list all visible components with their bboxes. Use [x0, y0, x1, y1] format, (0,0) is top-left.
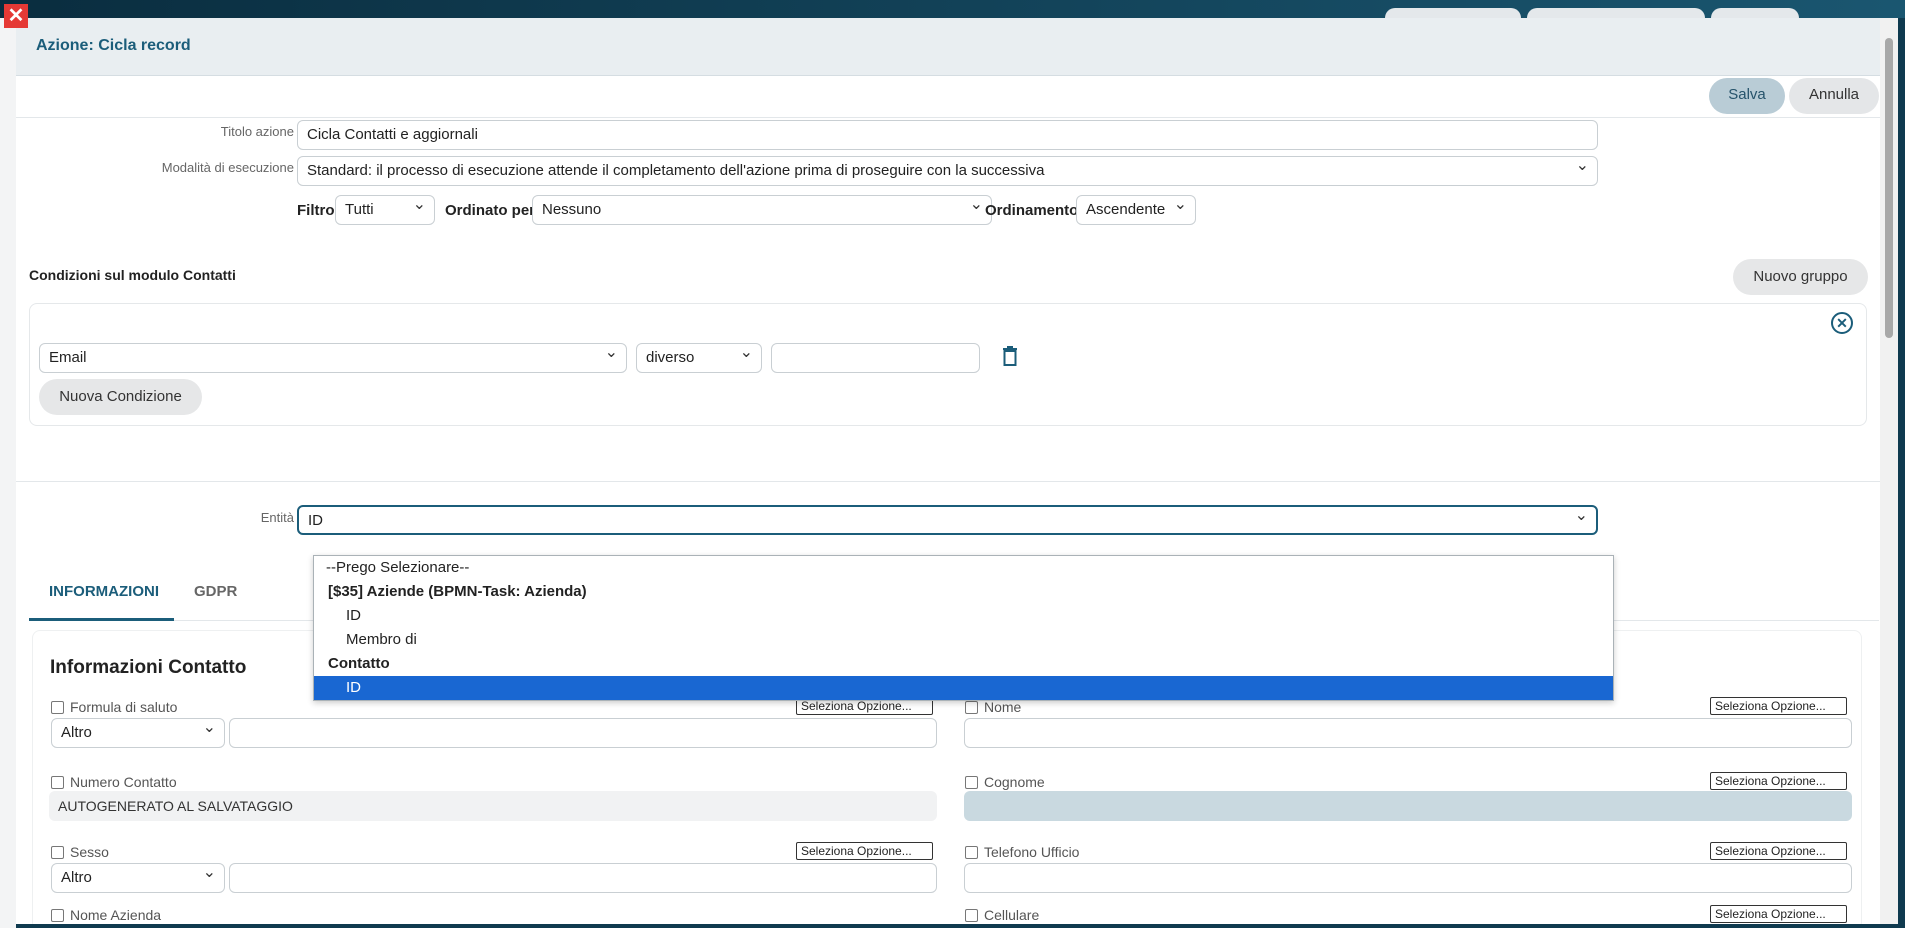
contact-number-label: Numero Contatto [70, 774, 177, 790]
last-name-label: Cognome [984, 774, 1045, 790]
ordering-label: Ordinamento [985, 202, 1079, 219]
dropdown-optgroup: [$35] Aziende (BPMN-Task: Azienda) [328, 583, 587, 600]
gender-checkbox[interactable]: Sesso [51, 844, 109, 860]
last-name-option-select[interactable]: Seleziona Opzione... [1710, 772, 1847, 790]
last-name-input[interactable] [964, 791, 1852, 821]
condition-field-select[interactable]: Email [39, 343, 627, 373]
gender-option-select[interactable]: Seleziona Opzione... [796, 842, 933, 860]
cancel-button[interactable]: Annulla [1789, 78, 1879, 114]
trash-icon[interactable] [1002, 346, 1018, 366]
condition-operator-select[interactable]: diverso [636, 343, 762, 373]
office-phone-label: Telefono Ufficio [984, 844, 1080, 860]
last-name-checkbox[interactable]: Cognome [965, 774, 1045, 790]
salutation-input[interactable] [229, 718, 937, 748]
order-by-select[interactable]: Nessuno [532, 195, 992, 225]
salutation-label: Formula di saluto [70, 699, 178, 715]
company-name-checkbox[interactable]: Nome Azienda [51, 907, 161, 923]
gender-label: Sesso [70, 844, 109, 860]
first-name-checkbox[interactable]: Nome [965, 699, 1021, 715]
dropdown-optgroup: Contatto [328, 655, 390, 672]
filter-label: Filtro [297, 202, 335, 219]
action-modal: Azione: Cicla record Salva Annulla Titol… [16, 18, 1880, 924]
dropdown-option[interactable]: --Prego Selezionare-- [314, 556, 1613, 580]
office-phone-option-select[interactable]: Seleziona Opzione... [1710, 842, 1847, 860]
entity-label: Entità [260, 510, 294, 525]
order-by-label: Ordinato per [445, 202, 536, 219]
dropdown-option-selected[interactable]: ID [314, 676, 1613, 700]
scrollbar[interactable] [1880, 18, 1898, 924]
entity-dropdown: --Prego Selezionare-- [$35] Aziende (BPM… [313, 555, 1614, 701]
new-group-button[interactable]: Nuovo gruppo [1733, 259, 1868, 295]
gender-input[interactable] [229, 863, 937, 893]
mobile-checkbox[interactable]: Cellulare [965, 907, 1039, 923]
action-title-label: Titolo azione [220, 124, 294, 139]
salutation-checkbox[interactable]: Formula di saluto [51, 699, 177, 715]
contact-number-checkbox[interactable]: Numero Contatto [51, 774, 177, 790]
tab-informazioni[interactable]: INFORMAZIONI [29, 563, 174, 621]
mobile-label: Cellulare [984, 907, 1040, 923]
execution-mode-select[interactable]: Standard: il processo di esecuzione atte… [297, 156, 1598, 186]
dropdown-option[interactable]: Membro di [314, 628, 1613, 652]
contact-number-readonly: AUTOGENERATO AL SALVATAGGIO [49, 791, 937, 821]
gender-select[interactable]: Altro [51, 863, 225, 893]
filter-select[interactable]: Tutti [335, 195, 435, 225]
modal-header: Azione: Cicla record [16, 18, 1880, 76]
first-name-option-select[interactable]: Seleziona Opzione... [1710, 697, 1847, 715]
modal-toolbar [16, 76, 1880, 118]
execution-mode-label: Modalità di esecuzione [161, 160, 294, 175]
company-name-label: Nome Azienda [70, 907, 162, 923]
condition-value-input[interactable] [771, 343, 980, 373]
tab-gdpr[interactable]: GDPR [174, 563, 264, 621]
ordering-select[interactable]: Ascendente [1076, 195, 1196, 225]
remove-group-icon[interactable]: ✕ [1831, 312, 1853, 334]
panel-title: Informazioni Contatto [50, 657, 247, 678]
office-phone-checkbox[interactable]: Telefono Ufficio [965, 844, 1079, 860]
dropdown-option[interactable]: ID [314, 604, 1613, 628]
close-icon[interactable]: ✕ [4, 4, 28, 28]
first-name-label: Nome [984, 699, 1022, 715]
action-title-input[interactable]: Cicla Contatti e aggiornali [297, 120, 1598, 150]
conditions-title: Condizioni sul modulo Contatti [29, 267, 236, 283]
save-button[interactable]: Salva [1709, 78, 1785, 114]
salutation-select[interactable]: Altro [51, 718, 225, 748]
divider [16, 481, 1880, 482]
first-name-input[interactable] [964, 718, 1852, 748]
background-sidebar [0, 18, 16, 928]
office-phone-input[interactable] [964, 863, 1852, 893]
mobile-option-select[interactable]: Seleziona Opzione... [1710, 905, 1847, 923]
entity-select[interactable]: ID [297, 505, 1598, 535]
new-condition-button[interactable]: Nuova Condizione [39, 379, 202, 415]
scrollbar-thumb[interactable] [1885, 38, 1893, 338]
modal-title: Azione: Cicla record [36, 37, 191, 54]
